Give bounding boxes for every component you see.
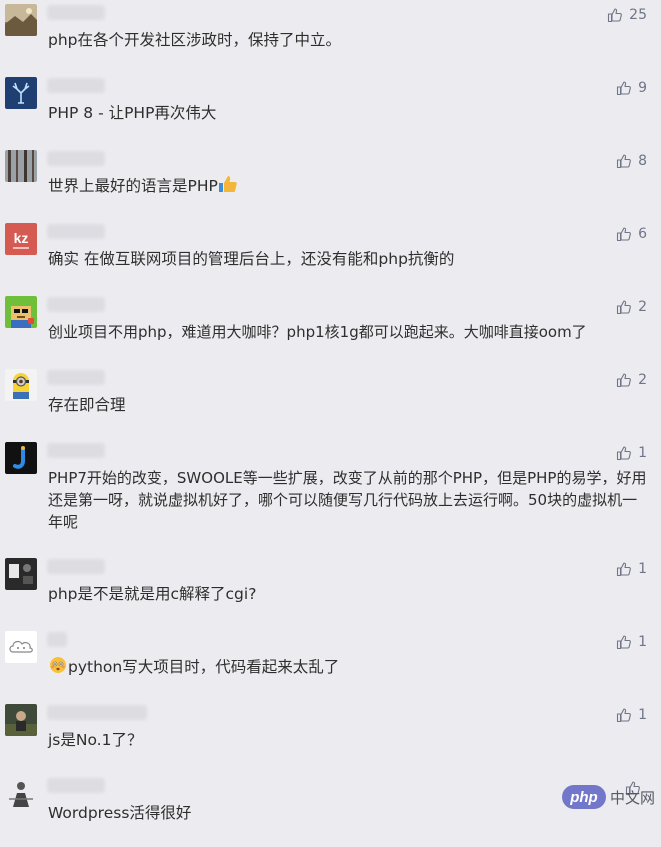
php-badge-logo: php (561, 785, 606, 809)
comment-item: 1 php是不是就是用c解释了cgi? (0, 558, 661, 628)
comment-text: 世界上最好的语言是PHP (48, 175, 654, 197)
comment-item: 8 世界上最好的语言是PHP (0, 150, 661, 220)
comment-text: php在各个开发社区涉政时，保持了中立。 (48, 31, 342, 49)
like-button[interactable]: 9 (616, 79, 647, 97)
thumbs-up-icon (617, 373, 631, 388)
comment-item: 1 PHP7开始的改变，SWOOLE等一些扩展，改变了从前的那个PHP，但是PH… (0, 442, 661, 532)
like-count: 8 (638, 153, 647, 169)
thumbs-up-emoji-icon (218, 176, 237, 192)
like-count: 1 (638, 634, 647, 650)
flushed-face-emoji-icon (50, 657, 66, 673)
comment-item: kz 6 确实 在做互联网项目的管理后台上，还没有能和php抗衡的 (0, 223, 661, 293)
like-button[interactable]: 25 (607, 6, 647, 24)
thumbs-up-icon (608, 8, 623, 23)
thumbs-up-icon (617, 708, 631, 723)
thumbs-up-icon (617, 300, 631, 315)
like-button[interactable]: 1 (616, 444, 647, 462)
minion-avatar-icon[interactable] (5, 369, 37, 401)
thumbs-up-icon (617, 154, 631, 169)
landscape-photo-avatar-icon[interactable] (5, 4, 37, 36)
username-redacted (47, 632, 67, 647)
dark-photo-avatar-icon[interactable] (5, 558, 37, 590)
site-watermark: php 中文网 (561, 784, 655, 810)
comment-text: 存在即合理 (48, 396, 126, 414)
username-redacted (47, 297, 105, 312)
thumbs-up-icon (617, 562, 631, 577)
comment-text: python写大项目时，代码看起来太乱了 (48, 656, 654, 678)
username-redacted (47, 224, 105, 239)
like-count: 9 (638, 80, 647, 96)
cloud-avatar-icon[interactable] (5, 631, 37, 663)
comment-item: 9 PHP 8 - 让PHP再次伟大 (0, 77, 661, 147)
like-button[interactable]: 1 (616, 706, 647, 724)
figure-avatar-icon[interactable] (5, 777, 37, 809)
comment-item: 2 存在即合理 (0, 369, 661, 439)
like-count: 1 (638, 707, 647, 723)
deer-logo-avatar-icon[interactable] (5, 77, 37, 109)
like-count: 2 (638, 299, 647, 315)
username-redacted (47, 443, 105, 458)
comment-text: js是No.1了？ (48, 731, 143, 749)
like-count: 2 (638, 372, 647, 388)
username-redacted (47, 370, 105, 385)
like-button[interactable]: 1 (616, 560, 647, 578)
comment-text: PHP7开始的改变，SWOOLE等一些扩展，改变了从前的那个PHP，但是PHP的… (48, 469, 647, 531)
comment-item: 1 js是No.1了？ (0, 704, 661, 774)
comment-text: php是不是就是用c解释了cgi? (48, 585, 257, 603)
like-button[interactable]: 2 (616, 371, 647, 389)
like-button[interactable]: 2 (616, 298, 647, 316)
like-button[interactable]: 1 (616, 633, 647, 651)
thumbs-up-icon (617, 635, 631, 650)
username-redacted (47, 5, 105, 20)
username-redacted (47, 705, 147, 720)
comment-text: 创业项目不用php，难道用大咖啡？php1核1g都可以跑起来。大咖啡直接oom了 (48, 323, 587, 341)
watermark-label: 中文网 (609, 788, 655, 807)
like-button[interactable]: 6 (616, 225, 647, 243)
blue-j-logo-avatar-icon[interactable] (5, 442, 37, 474)
outdoor-photo-avatar-icon[interactable] (5, 704, 37, 736)
like-count: 1 (638, 445, 647, 461)
username-redacted (47, 778, 105, 793)
username-redacted (47, 78, 105, 93)
username-redacted (47, 559, 105, 574)
flag-badge-icon (28, 318, 34, 324)
like-count: 25 (629, 7, 647, 23)
comment-item: 2 创业项目不用php，难道用大咖啡？php1核1g都可以跑起来。大咖啡直接oo… (0, 296, 661, 366)
thumbs-up-icon (617, 446, 631, 461)
username-redacted (47, 151, 105, 166)
svg-text:kz: kz (14, 230, 29, 246)
like-count: 6 (638, 226, 647, 242)
kz-logo-avatar-icon[interactable]: kz (5, 223, 37, 255)
like-button[interactable]: 8 (616, 152, 647, 170)
comment-text: 确实 在做互联网项目的管理后台上，还没有能和php抗衡的 (48, 250, 455, 268)
like-count: 1 (638, 561, 647, 577)
comment-item: 25 php在各个开发社区涉政时，保持了中立。 (0, 4, 661, 74)
thumbs-up-icon (617, 81, 631, 96)
comment-item: 1 python写大项目时，代码看起来太乱了 (0, 631, 661, 701)
thumbs-up-icon (617, 227, 631, 242)
comment-text: PHP 8 - 让PHP再次伟大 (48, 104, 217, 122)
forest-photo-avatar-icon[interactable] (5, 150, 37, 182)
